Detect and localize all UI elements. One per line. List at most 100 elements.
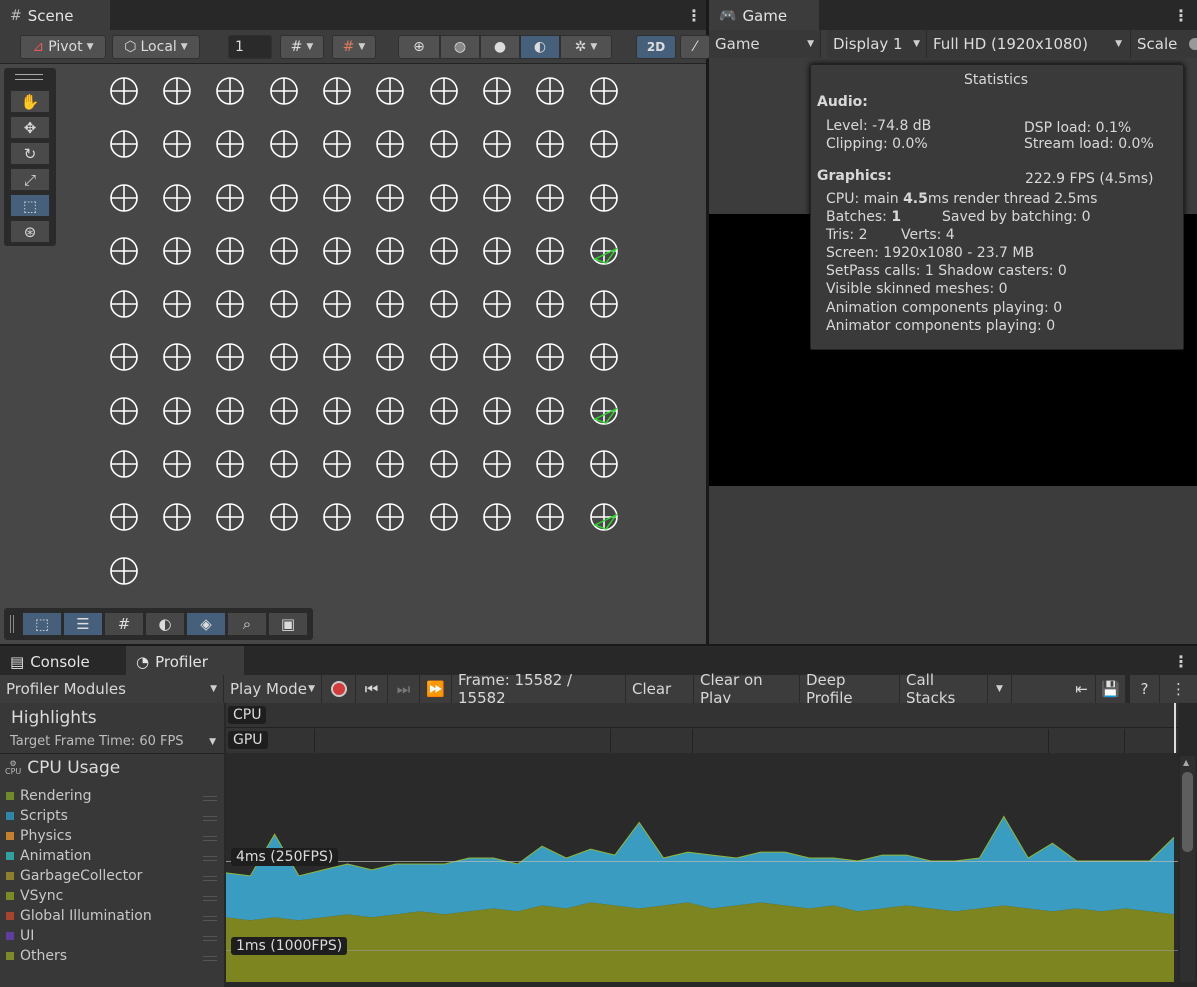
sprite-gizmo[interactable] [270, 290, 298, 318]
sprite-gizmo[interactable] [216, 397, 244, 425]
sprite-gizmo[interactable] [323, 450, 351, 478]
sprite-gizmo[interactable] [270, 503, 298, 531]
sprite-gizmo[interactable] [376, 237, 404, 265]
sprite-gizmo[interactable] [430, 290, 458, 318]
sprite-gizmo[interactable] [110, 343, 138, 371]
scene-view[interactable] [0, 64, 706, 644]
sprite-gizmo[interactable] [110, 130, 138, 158]
sprite-gizmo[interactable] [110, 77, 138, 105]
scroll-up-icon[interactable]: ▲ [1183, 758, 1189, 767]
record-button[interactable] [322, 675, 356, 703]
sprite-gizmo[interactable] [163, 130, 191, 158]
sprite-gizmo[interactable] [216, 184, 244, 212]
sprite-gizmo[interactable] [376, 343, 404, 371]
sprite-gizmo[interactable] [430, 237, 458, 265]
legend-item-scripts[interactable]: Scripts [6, 808, 68, 824]
current-frame-button[interactable]: ⏩ [420, 675, 452, 703]
profiler-modules-dropdown[interactable]: Profiler Modules ▼ [0, 675, 224, 703]
2d-toggle[interactable]: 2D [636, 35, 676, 59]
sprite-gizmo[interactable] [323, 397, 351, 425]
sprite-gizmo[interactable] [590, 237, 619, 265]
sprite-gizmo[interactable] [430, 184, 458, 212]
sprite-gizmo[interactable] [430, 130, 458, 158]
tab-game[interactable]: 🎮 Game [709, 0, 819, 30]
sprite-gizmo[interactable] [376, 397, 404, 425]
sprite-gizmo[interactable] [376, 290, 404, 318]
rotate-tool-button[interactable]: ↻ [10, 142, 50, 165]
sprite-gizmo[interactable] [536, 397, 564, 425]
pivot-dropdown[interactable]: ⊿ Pivot ▼ [20, 35, 106, 59]
legend-drag-handle[interactable] [203, 816, 217, 821]
tab-profiler[interactable]: ◔ Profiler [126, 646, 244, 676]
sprite-gizmo[interactable] [110, 237, 138, 265]
sprite-gizmo[interactable] [163, 237, 191, 265]
sprite-gizmo[interactable] [323, 130, 351, 158]
grid-size-field[interactable]: 1 [228, 35, 272, 59]
sprite-gizmo[interactable] [163, 450, 191, 478]
sprite-gizmo[interactable] [430, 450, 458, 478]
search-overlay-button[interactable]: ⌕ [227, 612, 267, 636]
clear-on-play-toggle[interactable]: Clear on Play [694, 671, 800, 707]
sprite-gizmo[interactable] [110, 184, 138, 212]
game-menu-icon[interactable]: ⋮ [1173, 8, 1189, 24]
legend-drag-handle[interactable] [203, 956, 217, 961]
previous-frame-button[interactable]: ⏮ [356, 675, 388, 703]
slider-thumb[interactable] [1189, 38, 1197, 50]
sprite-gizmo[interactable] [110, 290, 138, 318]
sprite-gizmo[interactable] [536, 450, 564, 478]
legend-item-animation[interactable]: Animation [6, 848, 91, 864]
space-dropdown[interactable]: ⬡ Local ▼ [112, 35, 200, 59]
legend-drag-handle[interactable] [203, 936, 217, 941]
legend-drag-handle[interactable] [203, 856, 217, 861]
sprite-gizmo[interactable] [430, 503, 458, 531]
help-button[interactable]: ? [1130, 675, 1160, 703]
sprite-gizmo[interactable] [323, 184, 351, 212]
call-stacks-dropdown[interactable]: ▼ [988, 675, 1012, 703]
sprite-gizmo[interactable] [536, 503, 564, 531]
sprite-gizmo[interactable] [110, 503, 138, 531]
rect-tool-button[interactable]: ⬚ [10, 194, 50, 217]
debug-button[interactable]: ✲ ▼ [560, 35, 612, 59]
scale-slider[interactable]: Scale [1131, 30, 1197, 58]
sprite-gizmo[interactable] [590, 343, 618, 371]
deep-profile-toggle[interactable]: Deep Profile [800, 671, 900, 707]
sprite-gizmo[interactable] [483, 450, 511, 478]
cpu-usage-module[interactable]: ⚙ CPU CPU Usage [5, 758, 120, 778]
transform-tool-button[interactable]: ⊛ [10, 220, 50, 243]
sprite-gizmo[interactable] [216, 290, 244, 318]
sprite-gizmo[interactable] [536, 77, 564, 105]
sprite-gizmo[interactable] [536, 343, 564, 371]
sprite-gizmo[interactable] [590, 77, 618, 105]
shaded-button[interactable]: ● [480, 35, 520, 59]
scale-tool-button[interactable]: ⤢ [10, 168, 50, 191]
sprite-gizmo[interactable] [163, 503, 191, 531]
sprite-gizmo[interactable] [270, 184, 298, 212]
legend-item-vsync[interactable]: VSync [6, 888, 63, 904]
target-frame-time-dropdown[interactable]: Target Frame Time: 60 FPS ▼ [10, 734, 216, 749]
sprite-gizmo[interactable] [270, 130, 298, 158]
play-mode-dropdown[interactable]: Play Mode ▼ [224, 675, 322, 703]
grid-overlay-button[interactable]: # [104, 612, 144, 636]
legend-drag-handle[interactable] [203, 916, 217, 921]
cpu-usage-chart[interactable]: 4ms (250FPS) 1ms (1000FPS) [226, 753, 1178, 982]
sprite-gizmo[interactable] [110, 557, 138, 585]
legend-item-others[interactable]: Others [6, 948, 67, 964]
sprite-gizmo[interactable] [376, 77, 404, 105]
legend-item-physics[interactable]: Physics [6, 828, 72, 844]
legend-item-garbagecollector[interactable]: GarbageCollector [6, 868, 142, 884]
profiler-menu-icon[interactable]: ⋮ [1173, 654, 1189, 670]
sprite-gizmo[interactable] [216, 343, 244, 371]
sprite-gizmo[interactable] [376, 450, 404, 478]
load-button[interactable]: ⇤ [1068, 675, 1096, 703]
move-tool-button[interactable]: ✥ [10, 116, 50, 139]
sprite-gizmo[interactable] [163, 343, 191, 371]
resolution-dropdown[interactable]: Full HD (1920x1080) ▼ [927, 30, 1131, 58]
legend-item-ui[interactable]: UI [6, 928, 34, 944]
sprite-gizmo[interactable] [536, 184, 564, 212]
sprite-gizmo[interactable] [590, 290, 618, 318]
sprite-gizmo[interactable] [483, 343, 511, 371]
sprite-gizmo[interactable] [536, 237, 564, 265]
scene-properties-button[interactable]: ☰ [63, 612, 103, 636]
legend-item-rendering[interactable]: Rendering [6, 788, 92, 804]
rect-overlay-button[interactable]: ⬚ [22, 612, 62, 636]
